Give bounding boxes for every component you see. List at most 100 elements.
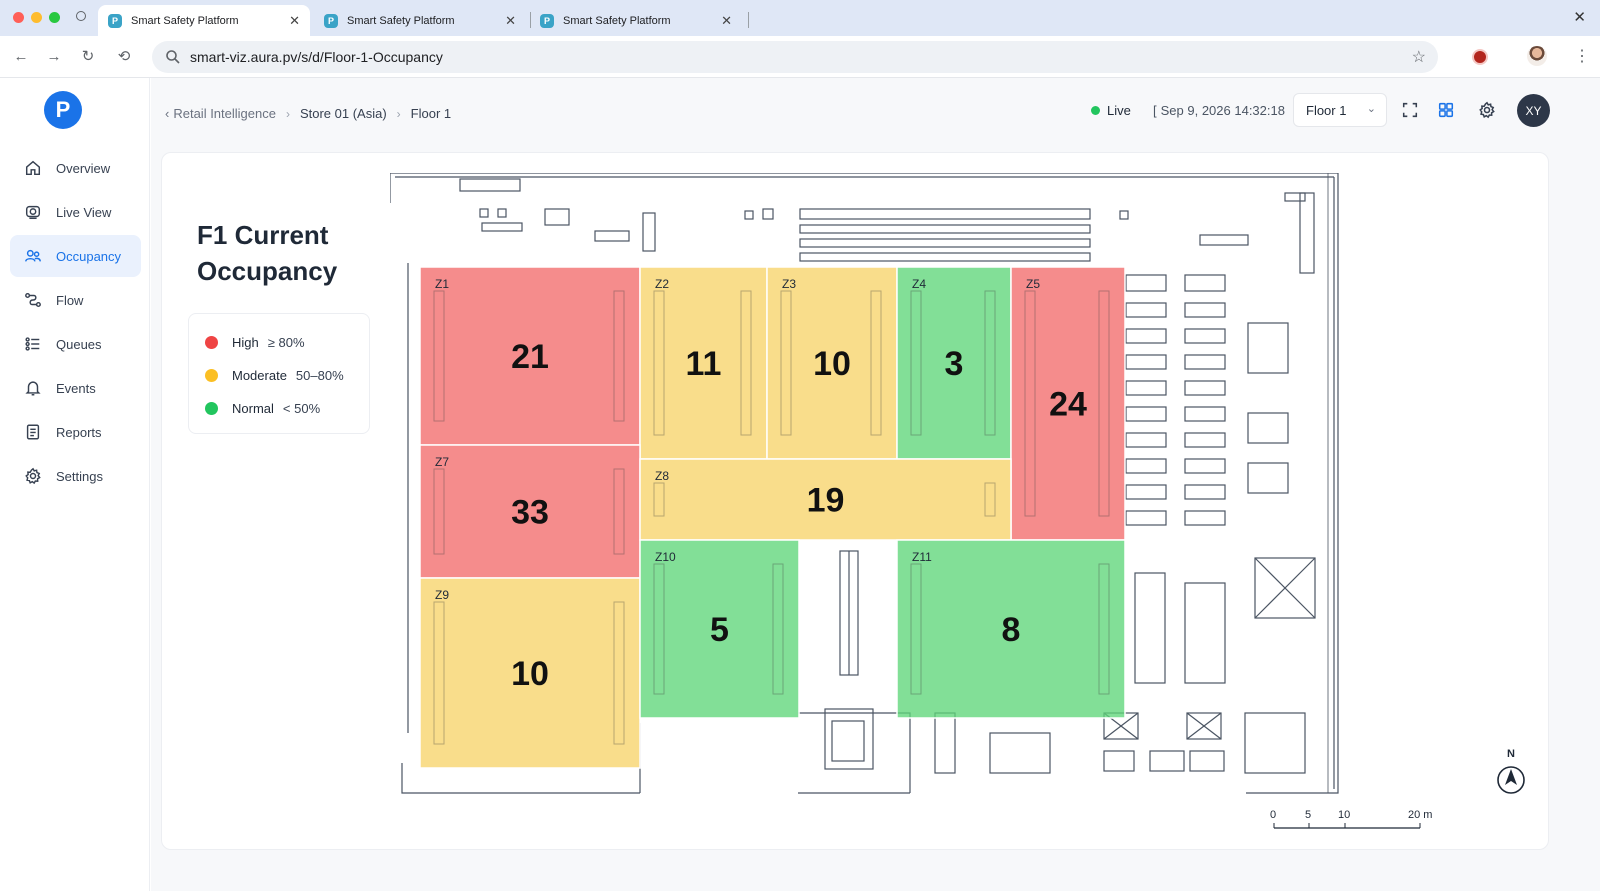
close-tab-icon[interactable]: ✕ — [289, 13, 300, 29]
zone-label: Z1 — [435, 277, 449, 291]
tab-title: Smart Safety Platform — [347, 14, 455, 27]
zone-z5[interactable]: Z5 24 — [1010, 266, 1126, 541]
sidebar-item-label: Reports — [56, 424, 102, 440]
occupancy-zones: Z1 21 Z2 11 Z3 10 Z4 3 Z5 24 Z7 33 Z8 19 Z9 10 Z10 5 Z11 8 — [419, 266, 1126, 769]
favicon-icon: P — [540, 13, 554, 28]
app-logo[interactable]: P — [44, 91, 82, 129]
zone-count: 24 — [1049, 386, 1087, 424]
browser-tab-3[interactable]: P Smart Safety Platform ✕ — [530, 5, 742, 36]
legend-label: Normal — [232, 400, 274, 416]
user-avatar[interactable]: XY — [1517, 94, 1550, 127]
browser-tab-1[interactable]: P Smart Safety Platform ✕ — [98, 5, 310, 36]
live-label: Live — [1107, 103, 1131, 118]
legend-item-normal: Normal < 50% — [205, 398, 320, 418]
flow-icon — [23, 290, 43, 310]
breadcrumb-back-icon[interactable]: ‹ — [165, 106, 169, 121]
url-text: smart-viz.aura.pv/s/d/Floor-1-Occupancy — [190, 49, 443, 65]
window-close-control[interactable] — [13, 12, 24, 23]
zone-label: Z9 — [435, 588, 449, 602]
zone-z1[interactable]: Z1 21 — [419, 266, 641, 446]
tab-title: Smart Safety Platform — [131, 14, 239, 27]
zone-count: 21 — [511, 338, 549, 376]
zone-count: 3 — [945, 345, 964, 383]
legend-swatch — [205, 401, 218, 415]
zone-label: Z11 — [912, 550, 932, 564]
main-area: ‹ Retail Intelligence › Store 01 (Asia) … — [151, 78, 1600, 891]
scale-label: 20 m — [1408, 809, 1432, 821]
close-tab-icon[interactable]: ✕ — [505, 13, 516, 29]
site-info-icon[interactable] — [164, 48, 182, 66]
chevron-down-icon: ⌄ — [1366, 103, 1376, 115]
zone-z11[interactable]: Z11 8 — [896, 539, 1126, 719]
legend-range: < 50% — [282, 400, 321, 416]
zone-label: Z4 — [912, 277, 926, 291]
floor-select[interactable]: Floor 1 ⌄ — [1293, 93, 1387, 127]
timestamp-text: Sep 9, 2026 14:32:18 — [1160, 103, 1285, 118]
window-zoom-control[interactable] — [49, 12, 60, 23]
extensions-icon[interactable]: ⟲ — [114, 46, 134, 66]
legend-range: 50–80% — [295, 367, 344, 383]
zone-z3[interactable]: Z3 10 — [766, 266, 898, 460]
floor-plan-map: Z121Z211Z310Z43Z524Z733Z819Z910Z105Z118 … — [390, 173, 1525, 829]
sidebar-item-reports[interactable]: Reports — [10, 411, 141, 453]
fullscreen-icon[interactable] — [1400, 100, 1420, 120]
zone-z9[interactable]: Z9 10 — [419, 577, 641, 769]
people-icon — [23, 246, 43, 266]
browser-tab-bar: P Smart Safety Platform ✕ P Smart Safety… — [0, 0, 1600, 36]
sidebar-item-queues[interactable]: Queues — [10, 323, 141, 365]
browser-tab-2[interactable]: P Smart Safety Platform ✕ — [314, 5, 526, 36]
close-tab-icon[interactable]: ✕ — [721, 13, 732, 29]
live-dot-icon — [1091, 106, 1100, 115]
compass-icon: N — [1497, 748, 1525, 794]
timestamp: [Sep 9, 2026 14:32:18 — [1153, 103, 1285, 118]
live-status: Live — [1091, 103, 1131, 118]
grid-layout-icon[interactable] — [1436, 100, 1456, 120]
extension-badge-icon[interactable] — [1472, 49, 1488, 65]
scale-label: 10 — [1338, 809, 1350, 821]
sidebar-item-live-view[interactable]: Live View — [10, 191, 141, 233]
legend-label: Moderate — [232, 367, 287, 383]
sidebar-item-settings[interactable]: Settings — [10, 455, 141, 497]
profile-avatar-icon[interactable] — [1527, 46, 1547, 66]
sidebar-item-label: Flow — [56, 292, 84, 308]
zone-count: 11 — [686, 345, 722, 383]
sidebar-item-occupancy[interactable]: Occupancy — [10, 235, 141, 277]
tab-search-icon[interactable] — [76, 11, 86, 21]
settings-gear-icon[interactable] — [1477, 100, 1497, 120]
floor-select-value: Floor 1 — [1306, 102, 1347, 118]
sidebar-item-flow[interactable]: Flow — [10, 279, 141, 321]
top-header: ‹ Retail Intelligence › Store 01 (Asia) … — [151, 78, 1600, 144]
window-minimize-control[interactable] — [31, 12, 42, 23]
zone-z8[interactable]: Z8 19 — [639, 458, 1012, 541]
sidebar-item-label: Events — [56, 380, 96, 396]
sidebar-item-label: Queues — [56, 336, 102, 352]
zone-label: Z2 — [655, 277, 669, 291]
report-icon — [23, 422, 43, 442]
reload-icon[interactable]: ↻ — [78, 46, 98, 66]
bookmark-star-icon[interactable]: ☆ — [1412, 47, 1426, 67]
sidebar-item-overview[interactable]: Overview — [10, 147, 141, 189]
zone-z4[interactable]: Z4 3 — [896, 266, 1012, 460]
breadcrumb-item[interactable]: Store 01 (Asia) — [300, 106, 387, 121]
window-close-icon[interactable]: ✕ — [1573, 8, 1586, 26]
zone-z10[interactable]: Z10 5 — [639, 539, 800, 719]
address-bar[interactable]: smart-viz.aura.pv/s/d/Floor-1-Occupancy … — [152, 41, 1438, 73]
zone-z7[interactable]: Z7 33 — [419, 444, 641, 579]
zone-z2[interactable]: Z2 11 — [639, 266, 768, 460]
legend-range: ≥ 80% — [267, 334, 305, 350]
camera-icon — [23, 202, 43, 222]
browser-toolbar: ← → ↻ ⟲ smart-viz.aura.pv/s/d/Floor-1-Oc… — [0, 36, 1600, 78]
zone-count: 10 — [511, 655, 549, 693]
favicon-icon: P — [324, 13, 338, 28]
home-icon — [23, 158, 43, 178]
forward-arrow-icon[interactable]: → — [44, 46, 64, 66]
zone-label: Z5 — [1026, 277, 1040, 291]
legend-item-moderate: Moderate 50–80% — [205, 365, 344, 385]
browser-menu-icon[interactable]: ⋮ — [1574, 46, 1590, 66]
sidebar-item-label: Occupancy — [56, 248, 122, 264]
breadcrumb-item[interactable]: Retail Intelligence — [173, 106, 276, 121]
tab-title: Smart Safety Platform — [563, 14, 671, 27]
zone-count: 33 — [511, 494, 549, 532]
back-arrow-icon[interactable]: ← — [11, 46, 31, 66]
sidebar-item-events[interactable]: Events — [10, 367, 141, 409]
